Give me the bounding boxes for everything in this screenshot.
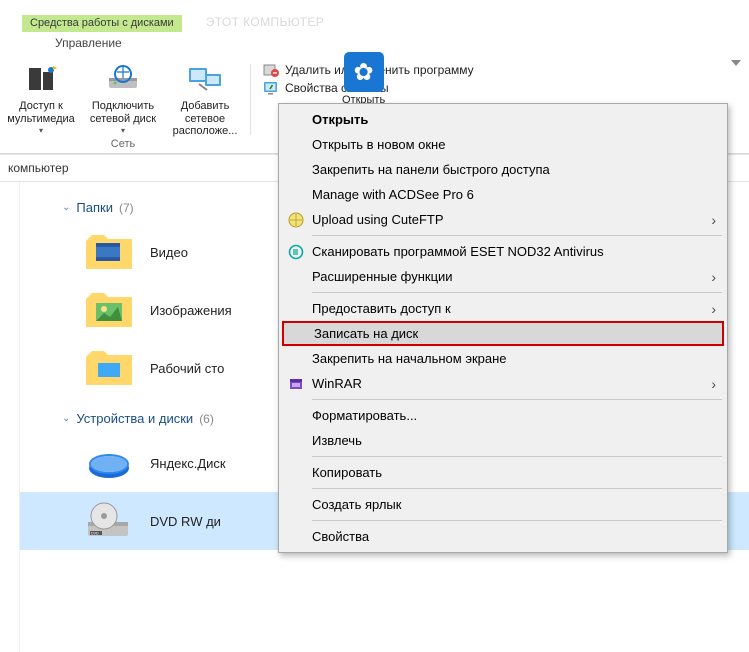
- breadcrumb-path: компьютер: [8, 161, 69, 175]
- menu-separator: [312, 456, 722, 457]
- group-label: Устройства и диски: [76, 411, 193, 426]
- group-label: Папки: [76, 200, 113, 215]
- submenu-arrow-icon: ›: [711, 376, 716, 392]
- ribbon-separator: [250, 64, 251, 135]
- folder-desktop-icon: [82, 345, 136, 391]
- menu-separator: [312, 488, 722, 489]
- menu-winrar[interactable]: WinRAR›: [282, 371, 724, 396]
- menu-separator: [312, 399, 722, 400]
- ribbon-media-access-button[interactable]: Доступ к мультимедиа ▾: [0, 60, 82, 138]
- yandex-disk-icon: [82, 440, 136, 486]
- menu-format[interactable]: Форматировать...: [282, 403, 724, 428]
- nav-pane-edge: [0, 182, 20, 652]
- media-server-icon: [23, 62, 59, 98]
- network-drive-icon: [105, 62, 141, 98]
- ribbon-group-network-label: Сеть: [111, 138, 135, 154]
- context-menu: Открыть Открыть в новом окне Закрепить н…: [278, 103, 728, 553]
- svg-text:DVD: DVD: [91, 532, 99, 536]
- submenu-arrow-icon: ›: [711, 301, 716, 317]
- ribbon-open-button[interactable]: ✿ Открыть: [342, 52, 385, 106]
- ribbon-add-network-location-button[interactable]: Добавить сетевое расположе...: [164, 60, 246, 138]
- menu-eject[interactable]: Извлечь: [282, 428, 724, 453]
- dvd-drive-icon: DVD: [82, 498, 136, 544]
- winrar-icon: [288, 376, 304, 392]
- ribbon-label: Доступ к мультимедиа: [7, 100, 75, 125]
- context-tab-disk-tools[interactable]: Средства работы с дисками: [22, 15, 182, 32]
- submenu-arrow-icon: ›: [711, 212, 716, 228]
- cuteftp-icon: [288, 212, 304, 228]
- item-label: Рабочий сто: [150, 361, 224, 376]
- dropdown-caret-icon: ▾: [39, 126, 43, 135]
- settings-gear-icon: ✿: [344, 52, 384, 92]
- menu-separator: [312, 520, 722, 521]
- menu-separator: [312, 292, 722, 293]
- menu-properties[interactable]: Свойства: [282, 524, 724, 549]
- folder-video-icon: [82, 229, 136, 275]
- chevron-down-icon: ⌄: [62, 202, 70, 213]
- menu-open[interactable]: Открыть: [282, 107, 724, 132]
- menu-pin-quick-access[interactable]: Закрепить на панели быстрого доступа: [282, 157, 724, 182]
- ribbon-label: Подключить сетевой диск: [90, 100, 156, 125]
- menu-give-access-to[interactable]: Предоставить доступ к›: [282, 296, 724, 321]
- item-label: DVD RW ди: [150, 514, 221, 529]
- menu-open-new-window[interactable]: Открыть в новом окне: [282, 132, 724, 157]
- group-count: (7): [119, 201, 134, 215]
- ribbon-label: Добавить сетевое расположе...: [166, 100, 244, 138]
- menu-extended-functions[interactable]: Расширенные функции›: [282, 264, 724, 289]
- item-label: Изображения: [150, 303, 232, 318]
- item-label: Яндекс.Диск: [150, 456, 226, 471]
- network-location-icon: [187, 62, 223, 98]
- system-properties-icon: [263, 80, 279, 96]
- menu-eset-scan[interactable]: Сканировать программой ESET NOD32 Antivi…: [282, 239, 724, 264]
- window-title: ЭТОТ КОМПЬЮТЕР: [206, 15, 325, 32]
- ribbon-tab-manage[interactable]: Управление: [0, 32, 749, 54]
- uninstall-program-icon: [263, 62, 279, 78]
- folder-images-icon: [82, 287, 136, 333]
- menu-copy[interactable]: Копировать: [282, 460, 724, 485]
- menu-separator: [312, 235, 722, 236]
- menu-create-shortcut[interactable]: Создать ярлык: [282, 492, 724, 517]
- menu-acdsee[interactable]: Manage with ACDSee Pro 6: [282, 182, 724, 207]
- menu-cuteftp[interactable]: Upload using CuteFTP›: [282, 207, 724, 232]
- ribbon-map-network-drive-button[interactable]: Подключить сетевой диск ▾: [82, 60, 164, 138]
- menu-pin-to-start[interactable]: Закрепить на начальном экране: [282, 346, 724, 371]
- item-label: Видео: [150, 245, 188, 260]
- group-count: (6): [199, 412, 214, 426]
- submenu-arrow-icon: ›: [711, 269, 716, 285]
- eset-icon: [288, 244, 304, 260]
- chevron-down-icon: ⌄: [62, 413, 70, 424]
- dropdown-caret-icon: ▾: [121, 126, 125, 135]
- menu-burn-to-disc[interactable]: Записать на диск: [282, 321, 724, 346]
